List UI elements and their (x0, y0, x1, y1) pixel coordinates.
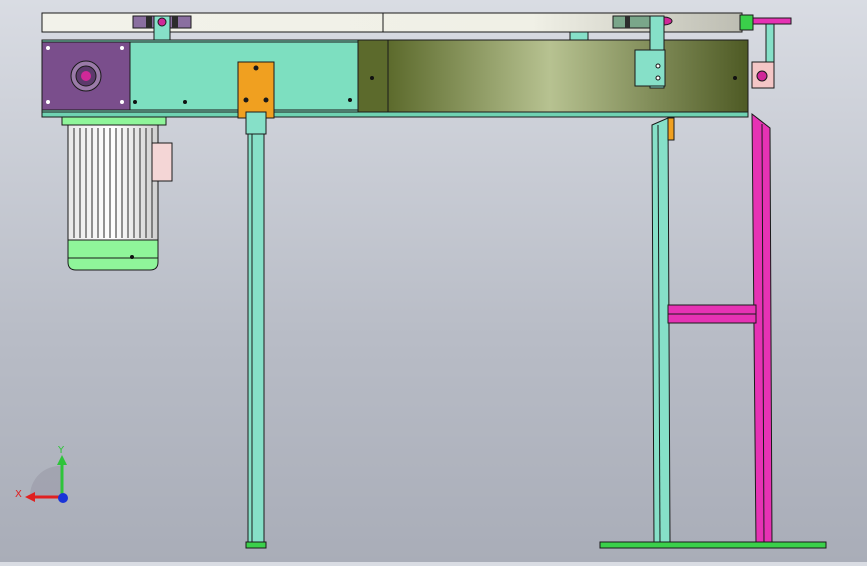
motor-drive-plate[interactable] (41, 41, 131, 111)
orientation-triad: Y X (15, 445, 68, 503)
tensioner-assembly[interactable] (751, 23, 775, 89)
magenta-support-leg[interactable] (667, 112, 773, 545)
gear-motor[interactable] (61, 116, 173, 271)
z-axis-dot (58, 493, 68, 503)
orange-leg-bracket[interactable] (237, 61, 275, 135)
right-support-leg[interactable] (651, 117, 675, 545)
cad-viewport[interactable]: Y X (0, 0, 867, 562)
left-support-leg[interactable] (245, 133, 267, 549)
y-axis-label: Y (57, 445, 65, 456)
base-plate[interactable] (599, 541, 827, 549)
x-axis-label: X (15, 489, 22, 500)
assembly-drawing: Y X (15, 12, 827, 549)
